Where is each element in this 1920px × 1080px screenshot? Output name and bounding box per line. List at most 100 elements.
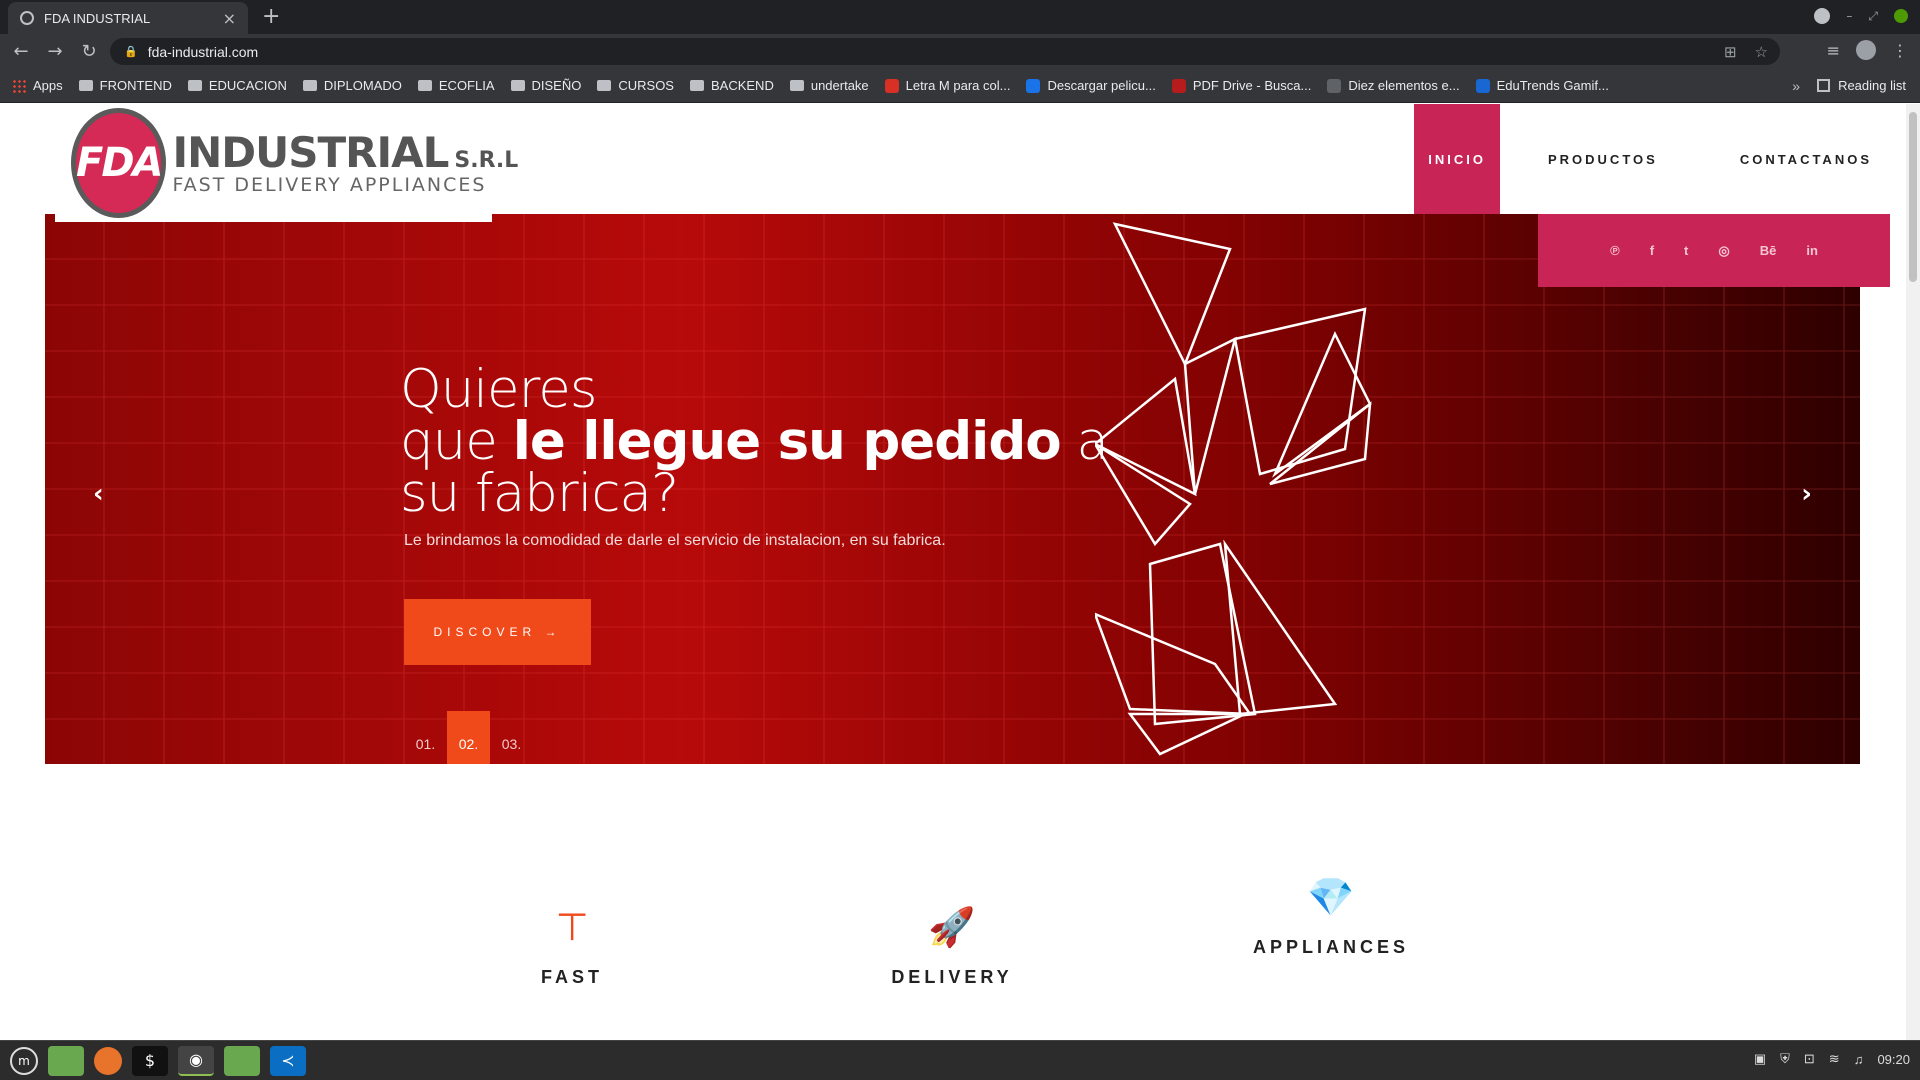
bookmark-label: DIPLOMADO [323, 78, 402, 93]
feature-appliances: 💎 APPLIANCES [1211, 875, 1451, 958]
bookmark-item[interactable]: PDF Drive - Busca... [1171, 78, 1311, 93]
close-window-icon[interactable] [1894, 9, 1908, 23]
hero-content: Quieres que le llegue su pedido a su fab… [400, 359, 1109, 550]
linkedin-icon[interactable]: in [1806, 243, 1818, 258]
folder-icon [302, 80, 317, 91]
bookmark-item[interactable]: Descargar pelicu... [1026, 78, 1156, 93]
bookmark-item[interactable]: DIPLOMADO [302, 78, 402, 93]
bookmark-item[interactable]: ECOFLIA [417, 78, 495, 93]
tab-title: FDA INDUSTRIAL [44, 10, 151, 26]
web-page: FDA INDUSTRIAL S.R.L FAST DELIVERY APPLIA… [0, 104, 1906, 1040]
reading-list-button[interactable]: Reading list [1817, 78, 1906, 93]
reload-icon[interactable]: ↻ [76, 41, 102, 62]
nav-productos[interactable]: PRODUCTOS [1514, 104, 1692, 214]
minimize-icon[interactable]: – [1846, 9, 1852, 23]
bookmark-label: FRONTEND [99, 78, 172, 93]
clipboard-icon[interactable]: ▣ [1754, 1051, 1766, 1067]
chevron-left-icon[interactable]: ‹ [93, 479, 104, 509]
hero-line-3: su fabrica? [400, 463, 679, 524]
bookmark-item[interactable]: EduTrends Gamif... [1475, 78, 1609, 93]
sound-icon[interactable]: ♫ [1854, 1052, 1864, 1067]
page-scrollbar[interactable] [1906, 104, 1920, 1040]
update-icon[interactable]: ⊡ [1804, 1051, 1815, 1067]
site-header: FDA INDUSTRIAL S.R.L FAST DELIVERY APPLIA… [0, 104, 1906, 222]
bookmark-label: Descargar pelicu... [1047, 78, 1156, 93]
hero-line-1: Quieres [400, 359, 598, 420]
bookmark-star-icon[interactable]: ☆ [1755, 43, 1768, 61]
site-icon [1026, 78, 1041, 93]
behance-icon[interactable]: Bē [1760, 243, 1777, 258]
address-bar[interactable]: 🔒 fda-industrial.com ⊞ ☆ [110, 38, 1780, 65]
terminal-icon[interactable]: $ [132, 1045, 168, 1076]
feature-delivery: 🚀 DELIVERY [832, 905, 1072, 988]
slide-page-1[interactable]: 01. [404, 711, 447, 764]
slide-page-3[interactable]: 03. [490, 711, 533, 764]
clock[interactable]: 09:20 [1877, 1052, 1910, 1067]
bookmark-item[interactable]: BACKEND [689, 78, 774, 93]
bookmark-item[interactable]: DISEÑO [510, 78, 581, 93]
bookmark-item[interactable]: FRONTEND [78, 78, 172, 93]
site-logo[interactable]: FDA INDUSTRIAL S.R.L FAST DELIVERY APPLIA… [55, 104, 518, 222]
chevron-right-icon[interactable]: › [1801, 479, 1812, 509]
os-taskbar: m $ ◉ ≺ ▣ ⛨ ⊡ ≋ ♫ 09:20 [0, 1040, 1920, 1080]
browser-tab[interactable]: FDA INDUSTRIAL × [8, 2, 248, 34]
rocket-icon: 🚀 [928, 905, 976, 949]
browser-tab-bar: FDA INDUSTRIAL × + – ⤢ [0, 0, 1920, 34]
menu-kebab-icon[interactable]: ⋮ [1892, 41, 1908, 60]
system-tray: ▣ ⛨ ⊡ ≋ ♫ 09:20 [1754, 1051, 1910, 1067]
facebook-icon[interactable]: f [1650, 243, 1654, 258]
dribbble-icon[interactable]: ◎ [1718, 243, 1729, 259]
pinterest-icon[interactable]: ℗ [1610, 243, 1620, 258]
bookmark-label: CURSOS [618, 78, 674, 93]
bookmark-item[interactable]: Apps [12, 78, 63, 93]
discover-button[interactable]: DISCOVER → [404, 599, 591, 665]
vscode-icon[interactable]: ≺ [270, 1045, 306, 1076]
bookmark-label: EDUCACION [208, 78, 287, 93]
lock-icon[interactable]: 🔒 [124, 45, 138, 58]
forward-icon[interactable]: → [42, 41, 68, 62]
bookmark-item[interactable]: Diez elementos e... [1327, 78, 1460, 93]
logo-tagline: FAST DELIVERY APPLIANCES [172, 174, 487, 196]
feature-label: APPLIANCES [1252, 937, 1409, 957]
main-nav: INICIO PRODUCTOS CONTACTANOS [1400, 104, 1906, 214]
media-control-icon[interactable]: ≡ [1827, 41, 1840, 60]
slide-page-2[interactable]: 02. [447, 711, 490, 764]
twitter-icon[interactable]: t [1684, 243, 1688, 258]
folder-icon [417, 80, 432, 91]
logo-text: INDUSTRIAL S.R.L FAST DELIVERY APPLIANCES [172, 128, 518, 196]
mint-menu-icon[interactable]: m [10, 1046, 38, 1075]
wifi-icon[interactable]: ≋ [1829, 1051, 1840, 1067]
hero-slider: Quieres que le llegue su pedido a su fab… [45, 214, 1860, 764]
bookmark-item[interactable]: EDUCACION [187, 78, 287, 93]
feature-label: FAST [540, 967, 603, 987]
new-tab-button[interactable]: + [262, 4, 280, 29]
shield-icon[interactable]: ⛨ [1780, 1051, 1790, 1067]
logo-name: INDUSTRIAL [172, 128, 449, 177]
bookmark-item[interactable]: CURSOS [597, 78, 674, 93]
bookmark-item[interactable]: undertake [789, 78, 869, 93]
browser-toolbar: ← → ↻ 🔒 fda-industrial.com ⊞ ☆ ≡ ⋮ [0, 34, 1920, 69]
social-bar: ℗ f t ◎ Bē in [1538, 214, 1890, 287]
files-icon[interactable] [48, 1045, 84, 1076]
scrollbar-thumb[interactable] [1909, 112, 1917, 282]
translate-icon[interactable]: ⊞ [1724, 43, 1737, 61]
profile-avatar[interactable] [1856, 40, 1876, 60]
firefox-icon[interactable] [94, 1046, 122, 1075]
chrome-icon[interactable]: ◉ [178, 1045, 214, 1076]
slider-pagination: 01. 02. 03. [404, 711, 533, 764]
bookmarks-overflow-icon[interactable]: » [1792, 78, 1800, 94]
nav-contactanos[interactable]: CONTACTANOS [1706, 104, 1906, 214]
globe-icon [20, 11, 34, 25]
close-tab-icon[interactable]: × [223, 9, 236, 28]
folder-app-icon[interactable] [224, 1045, 260, 1076]
site-icon [1327, 78, 1342, 93]
back-icon[interactable]: ← [8, 41, 34, 62]
maximize-icon[interactable]: ⤢ [1868, 9, 1878, 24]
bookmark-label: Letra M para col... [905, 78, 1011, 93]
hero-line-2: que le llegue su pedido a [400, 415, 1109, 468]
bookmark-item[interactable]: Letra M para col... [884, 78, 1011, 93]
folder-icon [78, 80, 93, 91]
tab-search-icon[interactable] [1814, 8, 1831, 24]
nav-inicio[interactable]: INICIO [1414, 104, 1500, 214]
reading-list-icon [1817, 79, 1831, 92]
